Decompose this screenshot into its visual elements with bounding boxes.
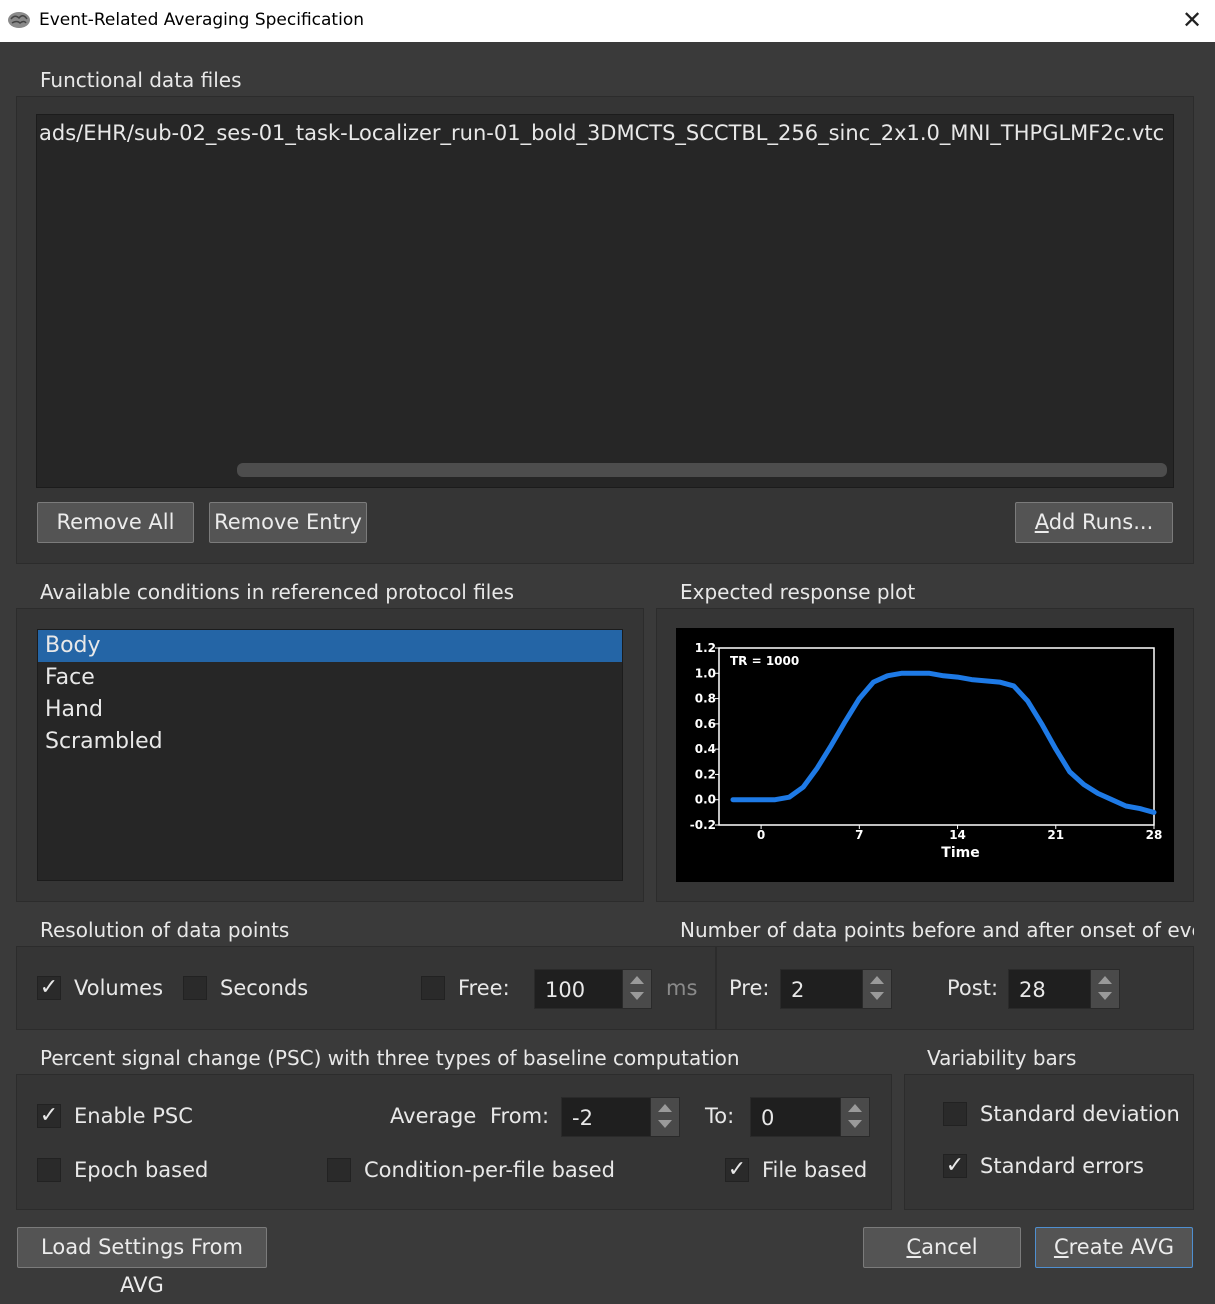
psc-label: Percent signal change (PSC) with three t…	[40, 1046, 740, 1070]
psc-group	[16, 1074, 892, 1210]
spin-arrows[interactable]	[862, 970, 891, 1008]
points-label: Number of data points before and after o…	[680, 918, 1194, 942]
expected-response-plot: -0.2 0.0 0.2 0.4 0.6 0.8 1.0 1.2 0 7 14 21 28 Time TR …	[676, 628, 1174, 882]
file-based-label: File based	[762, 1158, 868, 1182]
condition-item-hand[interactable]: Hand	[38, 694, 622, 726]
close-icon[interactable]: ✕	[1180, 6, 1204, 34]
spin-down-icon[interactable]	[630, 992, 644, 1000]
add-runs-button[interactable]: Add Runs...	[1015, 502, 1173, 543]
spin-up-icon[interactable]	[630, 976, 644, 984]
window-title: Event-Related Averaging Specification	[39, 10, 364, 30]
condition-item-face[interactable]: Face	[38, 662, 622, 694]
horizontal-scrollbar[interactable]	[237, 463, 1167, 477]
condition-item-body[interactable]: Body	[38, 630, 622, 662]
y-tick-label: 1.0	[695, 666, 716, 680]
plot-annotation: TR = 1000	[730, 654, 799, 668]
conditions-list[interactable]: Body Face Hand Scrambled	[37, 629, 623, 881]
free-spinbox[interactable]: 100	[534, 969, 652, 1009]
conditions-label: Available conditions in referenced proto…	[40, 580, 515, 604]
spin-down-icon[interactable]	[1098, 992, 1112, 1000]
condition-per-file-label: Condition-per-file based	[364, 1158, 615, 1182]
variability-label: Variability bars	[927, 1046, 1077, 1070]
to-spinbox[interactable]: 0	[750, 1097, 870, 1137]
spin-down-icon[interactable]	[870, 992, 884, 1000]
to-label: To:	[705, 1104, 735, 1128]
condition-per-file-checkbox[interactable]	[327, 1158, 351, 1182]
spin-arrows[interactable]	[650, 1098, 679, 1136]
pre-value: 2	[791, 978, 805, 1002]
volumes-checkbox[interactable]: ✓	[37, 976, 61, 1000]
x-tick-label: 0	[757, 828, 765, 842]
post-spinbox[interactable]: 28	[1008, 969, 1120, 1009]
free-checkbox[interactable]	[421, 976, 445, 1000]
std-deviation-checkbox[interactable]	[943, 1102, 967, 1126]
spin-arrows[interactable]	[1090, 970, 1119, 1008]
y-tick-label: 0.6	[695, 717, 716, 731]
free-value: 100	[545, 978, 586, 1002]
std-errors-checkbox[interactable]: ✓	[943, 1154, 967, 1178]
std-errors-label: Standard errors	[980, 1154, 1144, 1178]
variability-group	[904, 1074, 1194, 1210]
y-tick-label: 0.2	[695, 767, 716, 781]
x-tick-label: 28	[1146, 828, 1163, 842]
title-bar: Event-Related Averaging Specification ✕	[0, 0, 1215, 42]
post-value: 28	[1019, 978, 1046, 1002]
spin-up-icon[interactable]	[1098, 976, 1112, 984]
brain-icon	[8, 12, 30, 28]
from-value: -2	[572, 1106, 593, 1130]
add-runs-label: dd Runs...	[1048, 510, 1154, 534]
resolution-label: Resolution of data points	[40, 918, 290, 942]
spin-up-icon[interactable]	[870, 976, 884, 984]
free-label: Free:	[458, 976, 510, 1000]
enable-psc-checkbox[interactable]: ✓	[37, 1104, 61, 1128]
pre-label: Pre:	[729, 976, 770, 1000]
plot-section-label: Expected response plot	[680, 580, 916, 604]
pre-spinbox[interactable]: 2	[780, 969, 892, 1009]
y-tick-label: 1.2	[695, 641, 716, 655]
y-tick-label: 0.4	[695, 742, 716, 756]
y-tick-label: 0.8	[695, 692, 716, 706]
volumes-label: Volumes	[74, 976, 164, 1000]
cancel-button[interactable]: Cancel	[863, 1227, 1021, 1268]
spin-up-icon[interactable]	[658, 1104, 672, 1112]
from-label: From:	[490, 1104, 550, 1128]
remove-entry-button[interactable]: Remove Entry	[209, 502, 367, 543]
x-tick-label: 21	[1047, 828, 1064, 842]
file-based-checkbox[interactable]: ✓	[725, 1158, 749, 1182]
average-label: Average	[390, 1104, 477, 1128]
spin-arrows[interactable]	[840, 1098, 869, 1136]
free-unit-label: ms	[666, 976, 698, 1000]
seconds-checkbox[interactable]	[183, 976, 207, 1000]
functional-files-list[interactable]: ads/EHR/sub-02_ses-01_task-Localizer_run…	[36, 114, 1174, 488]
condition-item-scrambled[interactable]: Scrambled	[38, 726, 622, 758]
seconds-label: Seconds	[220, 976, 309, 1000]
cancel-label: ancel	[921, 1235, 978, 1259]
y-tick-label: 0.0	[695, 793, 716, 807]
functional-files-label: Functional data files	[40, 68, 242, 92]
load-settings-button[interactable]: Load Settings From AVG	[17, 1227, 267, 1297]
x-tick-label: 14	[949, 828, 966, 842]
spin-down-icon[interactable]	[848, 1120, 862, 1128]
create-avg-button[interactable]: Create AVG	[1035, 1227, 1193, 1268]
x-tick-label: 7	[855, 828, 863, 842]
x-axis-label: Time	[941, 845, 979, 861]
std-deviation-label: Standard deviation	[980, 1102, 1180, 1126]
spin-arrows[interactable]	[622, 970, 651, 1008]
remove-all-button[interactable]: Remove All	[37, 502, 194, 543]
from-spinbox[interactable]: -2	[561, 1097, 680, 1137]
to-value: 0	[761, 1106, 775, 1130]
create-avg-label: reate AVG	[1068, 1235, 1175, 1259]
spin-up-icon[interactable]	[848, 1104, 862, 1112]
spin-down-icon[interactable]	[658, 1120, 672, 1128]
y-tick-label: -0.2	[690, 818, 716, 832]
epoch-based-checkbox[interactable]	[37, 1158, 61, 1182]
post-label: Post:	[947, 976, 999, 1000]
epoch-based-label: Epoch based	[74, 1158, 209, 1182]
file-item[interactable]: ads/EHR/sub-02_ses-01_task-Localizer_run…	[39, 121, 1164, 145]
enable-psc-label: Enable PSC	[74, 1104, 193, 1128]
